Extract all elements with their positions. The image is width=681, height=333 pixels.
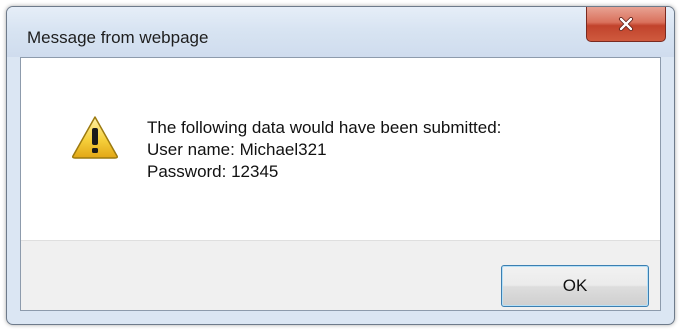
dialog-window: Message from webpage The following data … [6, 6, 675, 325]
close-button[interactable] [586, 7, 666, 42]
message-pane: The following data would have been submi… [21, 58, 660, 240]
dialog-content: The following data would have been submi… [20, 57, 661, 311]
close-icon [618, 17, 634, 31]
dialog-title: Message from webpage [27, 28, 209, 47]
ok-button[interactable]: OK [501, 265, 649, 307]
button-bar: OK [21, 240, 660, 310]
message-line: Password: 12345 [147, 162, 279, 181]
message-text: The following data would have been submi… [147, 117, 501, 183]
title-bar[interactable]: Message from webpage [7, 7, 674, 57]
message-line: The following data would have been submi… [147, 118, 502, 137]
message-line: User name: Michael321 [147, 140, 327, 159]
warning-icon [71, 115, 119, 159]
